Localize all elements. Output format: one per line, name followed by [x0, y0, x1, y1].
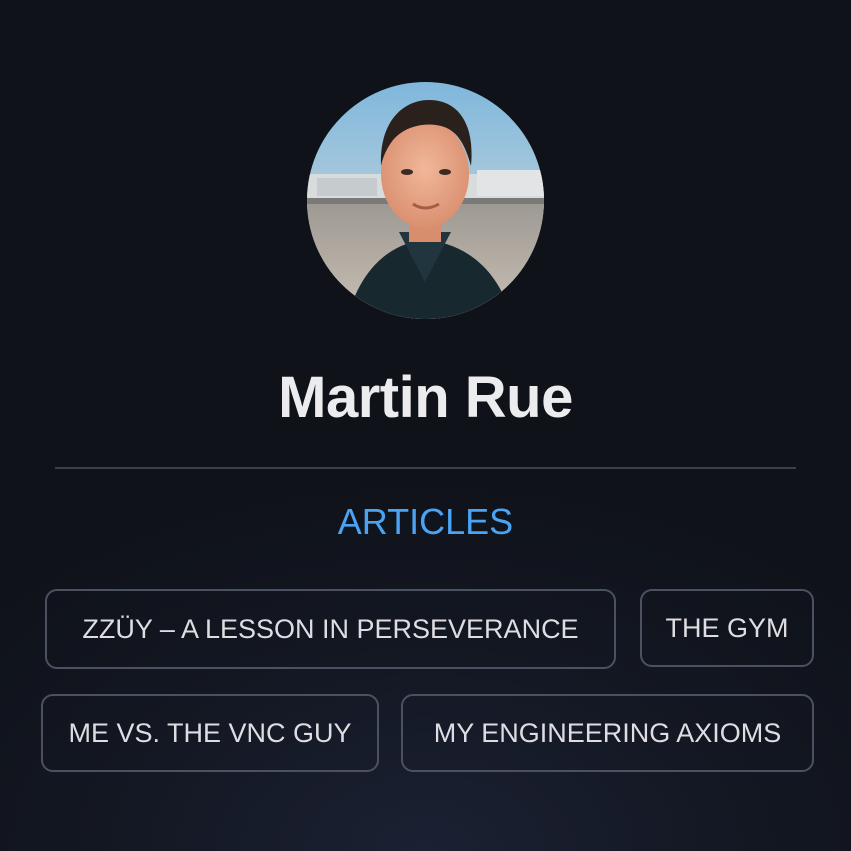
articles-heading: ARTICLES	[337, 501, 514, 542]
section-divider	[55, 467, 796, 469]
article-tag-engineering-axioms[interactable]: MY ENGINEERING AXIOMS	[401, 694, 814, 772]
profile-avatar	[307, 82, 544, 319]
article-tag-gym[interactable]: THE GYM	[640, 589, 814, 667]
avatar-photo	[307, 82, 544, 319]
profile-name: Martin Rue	[278, 365, 573, 430]
article-tag-perseverance[interactable]: ZZÜY – A LESSON IN PERSEVERANCE	[45, 589, 616, 669]
article-tag-vnc-guy[interactable]: ME VS. THE VNC GUY	[41, 694, 379, 772]
